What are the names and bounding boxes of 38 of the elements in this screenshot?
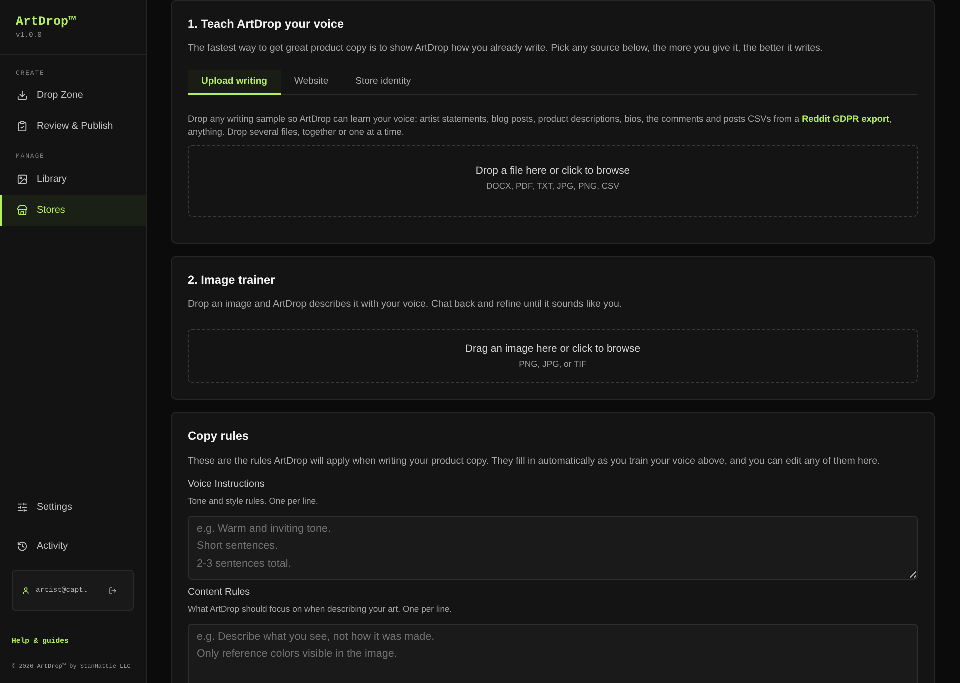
rules-textarea[interactable]: e.g. Describe what you see, not how it was made. Only reference colors visible in the image.: [188, 624, 918, 683]
section-title: 1. Teach ArtDrop your voice: [188, 16, 346, 33]
image-icon: [17, 174, 28, 184]
download-icon: [17, 90, 28, 101]
sidebar-item[interactable]: Review & Publish: [0, 111, 146, 142]
export-link[interactable]: Reddit GDPR export: [802, 114, 890, 124]
sidebar-item[interactable]: Stores: [0, 194, 146, 226]
brand-name: ArtDrop™: [16, 14, 76, 30]
dropzone-title: Drop a file here or click to browse: [476, 165, 630, 179]
tab[interactable]: Store identity: [342, 70, 425, 95]
sidebar-item[interactable]: Activity: [0, 530, 146, 562]
field-hint: What ArtDrop should focus on when describing your art. One per line.: [188, 602, 452, 614]
tab[interactable]: Website: [280, 70, 342, 95]
section-description: The fastest way to get great product copy is to show ArtDrop how you already write. Pick any source below, the more you give it, the better it writes.: [188, 42, 824, 55]
user-icon: [22, 586, 30, 594]
sidebar-item[interactable]: Drop Zone: [0, 80, 146, 111]
section-description: Drop an image and ArtDrop describes it with your voice. Chat back and refine until it sounds like you.: [188, 298, 624, 311]
section-title: Copy rules: [188, 428, 250, 445]
dropzone-formats: PNG, JPG, or TIF: [519, 358, 587, 370]
rules-textarea[interactable]: e.g. Warm and inviting tone. Short sentences. 2-3 sentences total.: [188, 516, 918, 580]
settings-icon: [17, 502, 28, 512]
file-dropzone[interactable]: Drag an image here or click to browse PNG, JPG, or TIF: [188, 329, 918, 383]
section-description: These are the rules ArtDrop will apply when writing your product copy. They fill in automatically as you train your voice above, and you can edit any of them here.: [188, 455, 882, 468]
dropzone-formats: DOCX, PDF, TXT, JPG, PNG, CSV: [486, 180, 620, 192]
dropzone-title: Drag an image here or click to browse: [466, 342, 640, 356]
section-title: 2. Image trainer: [188, 272, 276, 289]
clipboard-check-icon: [17, 121, 28, 132]
logout-icon[interactable]: [109, 586, 117, 594]
sidebar-item[interactable]: Settings: [0, 492, 146, 522]
field-hint: Tone and style rules. One per line.: [188, 494, 318, 506]
tab[interactable]: Upload writing: [188, 70, 281, 95]
file-dropzone[interactable]: Drop a file here or click to browse DOCX, PDF, TXT, JPG, PNG, CSV: [188, 145, 918, 217]
store-icon: [17, 204, 28, 216]
field-label: Voice Instructions: [188, 478, 265, 491]
instructions-text: Drop any writing sample so ArtDrop can learn your voice: artist statements, blog posts, product descriptions, bios, the comments and posts CSVs from a Reddit GDPR export, anything. Drop several files, together or one at a time.: [188, 113, 894, 139]
history-icon: [17, 540, 28, 552]
field-label: Content Rules: [188, 586, 250, 599]
sidebar-item[interactable]: Library: [0, 164, 146, 194]
